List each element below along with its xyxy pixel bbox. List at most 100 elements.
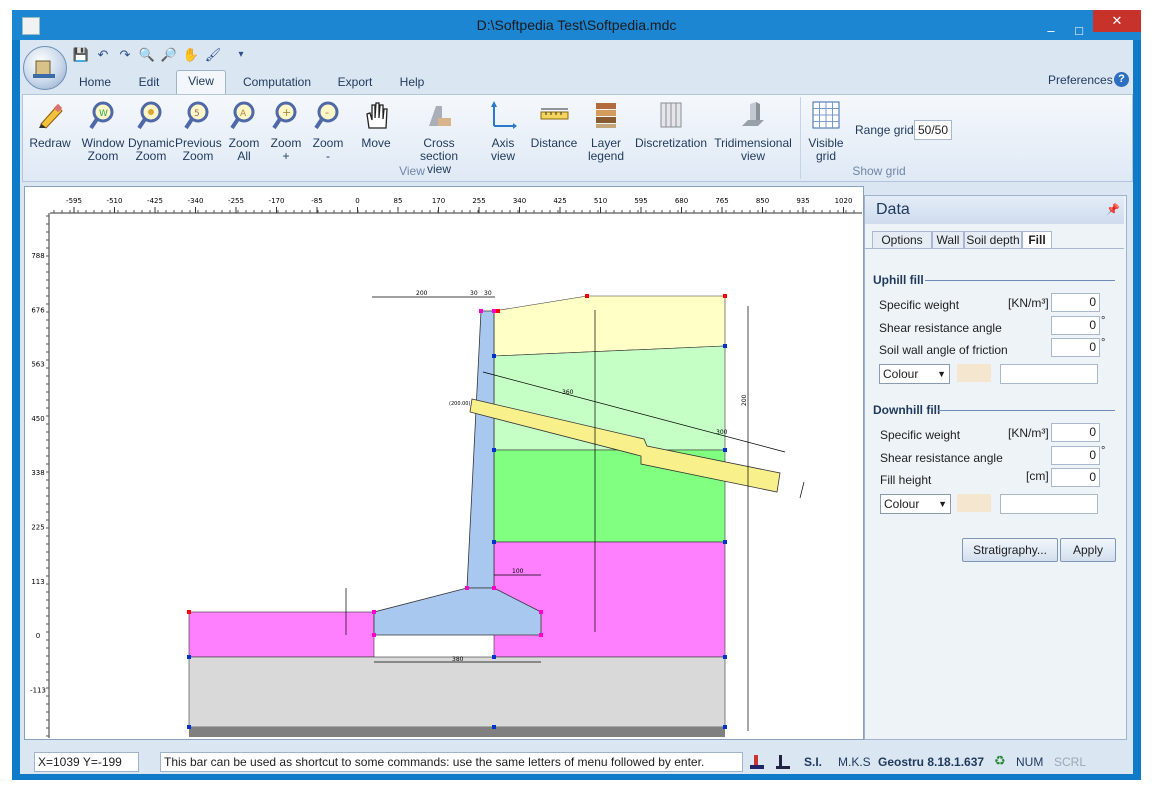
ruler-tick-label: -255 — [228, 197, 244, 205]
window-zoom-button[interactable]: W Window Zoom — [78, 100, 128, 163]
tab-help[interactable]: Help — [390, 72, 434, 92]
dim-label: 380 — [452, 656, 464, 663]
ruler-tick-label: 563 — [31, 361, 44, 369]
zoom-out-icon[interactable]: 🔎 — [160, 46, 178, 64]
divider — [938, 410, 1115, 411]
previous-zoom-icon: 5 — [184, 101, 209, 130]
customize-qat-icon[interactable]: ▾ — [232, 46, 250, 64]
dim-label: 100 — [512, 568, 524, 575]
save-icon[interactable]: 💾 — [72, 46, 90, 64]
tab-soil-depth[interactable]: Soil depth — [964, 231, 1022, 249]
stratigraphy-button[interactable]: Stratigraphy... — [962, 538, 1058, 562]
refresh-icon[interactable]: ♻ — [994, 753, 1006, 769]
uphill-specific-weight-label: Specific weight — [879, 298, 960, 312]
ruler-tick-label: -170 — [269, 197, 285, 205]
redo-icon[interactable]: ↷ — [116, 46, 134, 64]
zoom-plus-button[interactable]: + Zoom + — [266, 100, 306, 163]
undo-icon[interactable]: ↶ — [94, 46, 112, 64]
help-icon[interactable]: ? — [1114, 72, 1129, 87]
ruler-tick-label: 338 — [31, 469, 44, 477]
ruler-tick-label: -85 — [311, 197, 322, 205]
zoom-all-button[interactable]: A Zoom All — [224, 100, 264, 163]
fill-height-unit: [cm] — [1026, 469, 1049, 483]
uphill-fill-heading: Uphill fill — [873, 273, 924, 287]
tridimensional-view-button[interactable]: Tridimensional view — [713, 100, 793, 163]
visible-grid-button[interactable]: Visible grid — [806, 100, 846, 163]
tab-export[interactable]: Export — [328, 72, 382, 92]
downhill-colour-swatch[interactable] — [957, 494, 991, 512]
structure-icon[interactable] — [774, 753, 792, 771]
move-button[interactable]: Move — [356, 100, 396, 150]
uphill-shear-angle-input[interactable]: 0 — [1051, 316, 1100, 335]
tab-wall[interactable]: Wall — [932, 231, 964, 249]
downhill-specific-weight-input[interactable]: 0 — [1051, 423, 1100, 442]
ruler-tick-label: 0 — [36, 632, 40, 640]
close-button[interactable]: ✕ — [1093, 10, 1141, 32]
soil-layer-4 — [493, 541, 726, 658]
uphill-colour-select[interactable]: Colour ▼ — [879, 364, 950, 384]
uphill-colour-swatch[interactable] — [957, 364, 991, 382]
tab-view[interactable]: View — [176, 70, 226, 95]
menu-tab-bar: Home Edit View Computation Export Help — [20, 70, 1133, 95]
data-panel-title: Data — [876, 201, 910, 218]
units-si[interactable]: S.I. — [804, 755, 822, 769]
soil-layer-5 — [188, 656, 726, 728]
uphill-friction-label: Soil wall angle of friction — [879, 343, 1008, 357]
degree-symbol: ° — [1101, 445, 1106, 457]
paint-icon[interactable]: 🖌 — [204, 46, 222, 64]
tab-fill[interactable]: Fill — [1022, 231, 1052, 249]
view-group-label: View — [399, 164, 425, 178]
ruler-tick-label: 0 — [355, 197, 359, 205]
window-title: D:\Softpedia Test\Softpedia.mdc — [476, 17, 677, 33]
downhill-shear-angle-input[interactable]: 0 — [1051, 446, 1100, 465]
svg-text:W: W — [99, 109, 108, 119]
previous-zoom-button[interactable]: 5 Previous Zoom — [175, 100, 222, 163]
downhill-specific-weight-unit: [KN/m³] — [1008, 426, 1049, 440]
drawing-svg[interactable]: -595 -510 -425 -340 -255 -170 -85 0 85 170 255 340 4… — [24, 186, 862, 738]
tab-edit[interactable]: Edit — [124, 72, 174, 92]
units-mks[interactable]: M.K.S — [838, 755, 871, 769]
redraw-button[interactable]: Redraw — [27, 100, 73, 150]
layer-legend-button[interactable]: Layer legend — [584, 100, 628, 163]
3d-view-icon — [742, 102, 764, 126]
pin-icon[interactable]: 📌 — [1106, 203, 1120, 216]
ruler-tick-label: -595 — [66, 197, 82, 205]
distance-button[interactable]: Distance — [530, 100, 578, 150]
uphill-colour-field[interactable] — [1000, 364, 1098, 384]
downhill-specific-weight-label: Specific weight — [880, 428, 961, 442]
ruler-tick-label: 170 — [432, 197, 445, 205]
ruler-tick-label: 680 — [675, 197, 688, 205]
tab-options[interactable]: Options — [872, 231, 932, 249]
zoom-in-icon[interactable]: 🔍 — [138, 46, 156, 64]
fill-height-input[interactable]: 0 — [1051, 468, 1100, 487]
range-grid-input[interactable]: 50/50 — [914, 120, 952, 140]
minimize-button[interactable]: – — [1037, 20, 1065, 42]
uphill-friction-input[interactable]: 0 — [1051, 338, 1100, 357]
dynamic-zoom-button[interactable]: Dynamic Zoom — [128, 100, 175, 163]
uphill-specific-weight-input[interactable]: 0 — [1051, 293, 1100, 312]
discretization-button[interactable]: Discretization — [634, 100, 708, 150]
downhill-colour-field[interactable] — [1000, 494, 1098, 514]
ruler-tick-label: 450 — [31, 415, 44, 423]
pan-icon[interactable]: ✋ — [182, 46, 200, 64]
command-bar-input[interactable]: This bar can be used as shortcut to some… — [160, 752, 743, 772]
wall-tool-icon[interactable] — [748, 753, 766, 771]
chevron-down-icon: ▼ — [937, 369, 946, 379]
maximize-button[interactable]: □ — [1065, 20, 1093, 42]
preferences-link[interactable]: Preferences — [1048, 73, 1113, 87]
tab-home[interactable]: Home — [70, 72, 120, 92]
title-bar: D:\Softpedia Test\Softpedia.mdc – □ ✕ — [12, 10, 1141, 40]
ruler-tick-label: 340 — [513, 197, 526, 205]
divider — [925, 280, 1115, 281]
zoom-minus-button[interactable]: - Zoom - — [308, 100, 348, 163]
soil-layer-1 — [493, 295, 726, 357]
tab-computation[interactable]: Computation — [232, 72, 322, 92]
apply-button[interactable]: Apply — [1060, 538, 1116, 562]
panel-tab-divider — [865, 248, 1124, 249]
downhill-colour-select[interactable]: Colour ▼ — [880, 494, 951, 514]
dim-label: 30 — [484, 290, 492, 297]
ribbon-group-divider — [800, 97, 801, 179]
axis-view-button[interactable]: Axis view — [484, 100, 522, 163]
cursor-coordinates: X=1039 Y=-199 — [34, 752, 139, 772]
dim-label: 360 — [562, 389, 574, 396]
